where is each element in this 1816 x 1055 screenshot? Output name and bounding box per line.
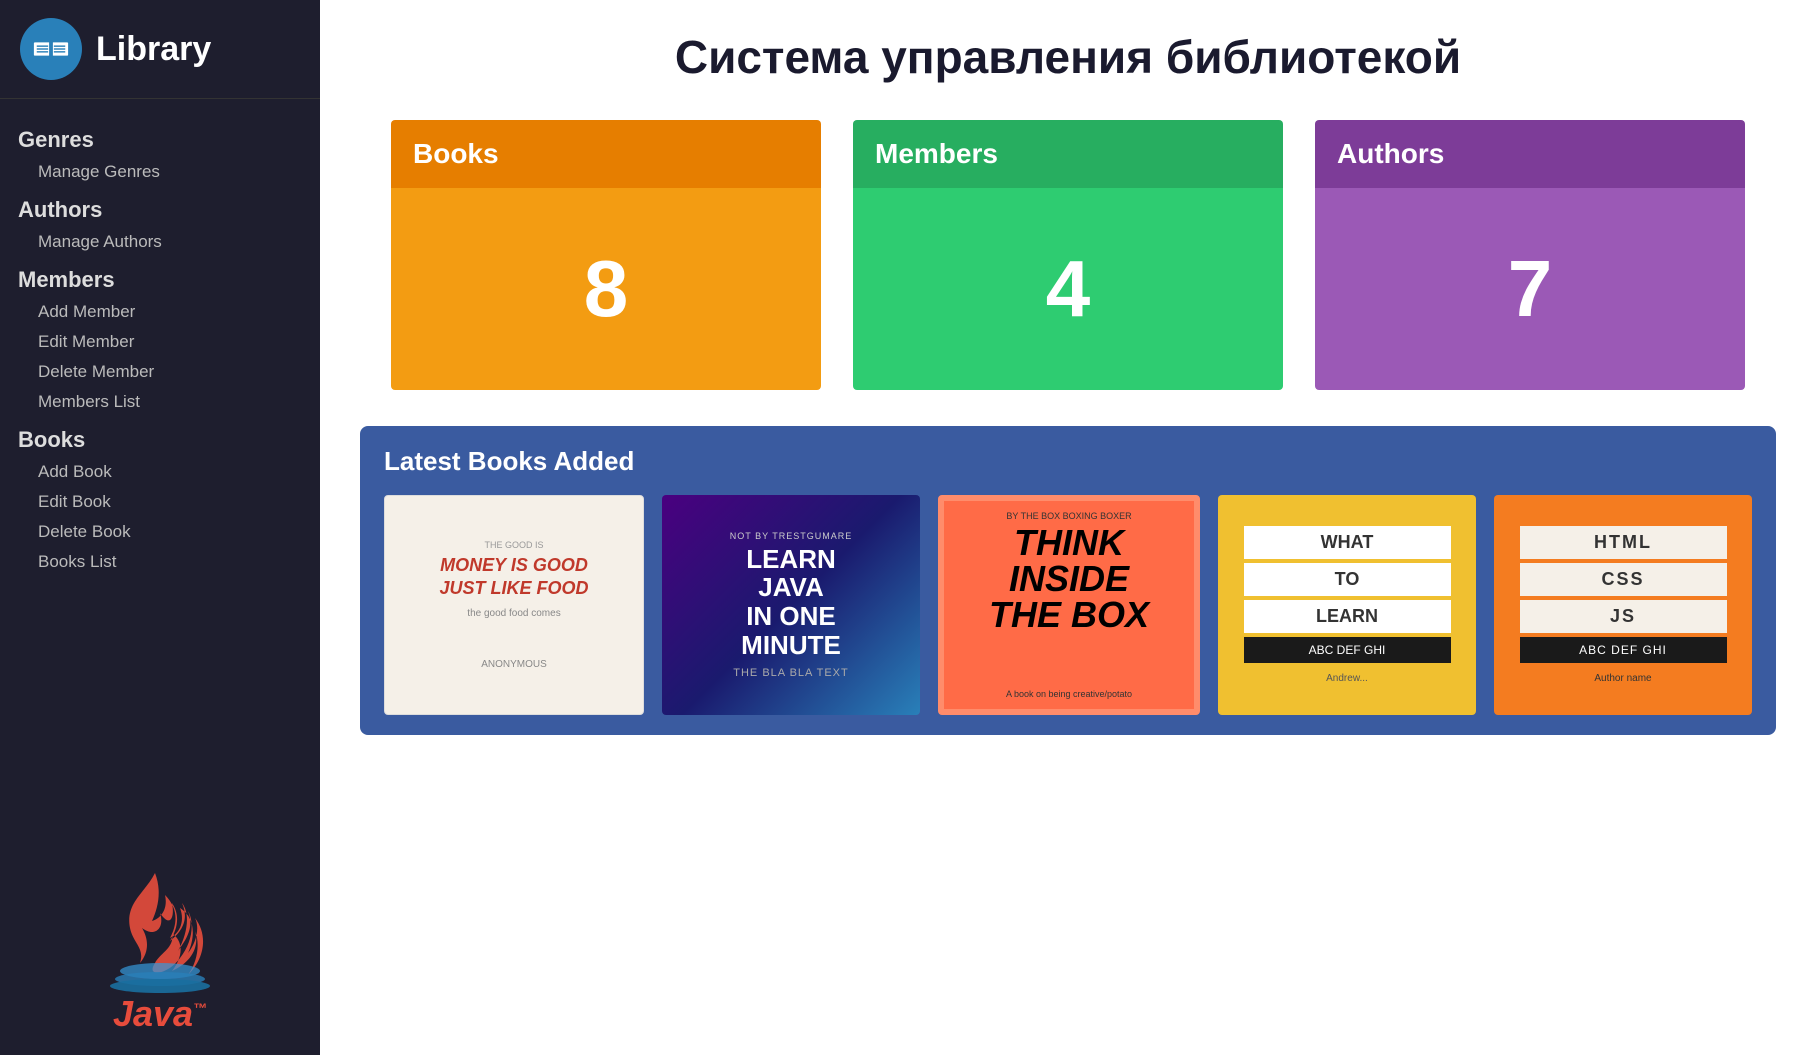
stat-card-members: Members 4 bbox=[853, 120, 1283, 390]
sidebar-item-books-list[interactable]: Books List bbox=[10, 547, 310, 577]
book1-subtitle: the good food comes bbox=[467, 608, 560, 619]
sidebar-section-books: Books bbox=[10, 427, 310, 453]
sidebar-item-add-member[interactable]: Add Member bbox=[10, 297, 310, 327]
book-card-1[interactable]: THE GOOD IS MONEY IS GOODJUST LIKE FOOD … bbox=[384, 495, 644, 715]
sidebar-nav: Genres Manage Genres Authors Manage Auth… bbox=[0, 99, 320, 853]
sidebar-section-genres: Genres bbox=[10, 127, 310, 153]
book2-title: LEARNJAVAIN ONEMINUTE bbox=[741, 545, 841, 659]
book4-author: Andrew... bbox=[1326, 673, 1368, 684]
book5-dark: ABC DEF GHI bbox=[1520, 637, 1727, 663]
book4-line1: WHAT bbox=[1244, 526, 1451, 559]
sidebar: Library Genres Manage Genres Authors Man… bbox=[0, 0, 320, 1055]
main-content: Система управления библиотекой Books 8 M… bbox=[320, 0, 1816, 1055]
sidebar-item-manage-authors[interactable]: Manage Authors bbox=[10, 227, 310, 257]
book-card-4[interactable]: WHAT TO LEARN ABC DEF GHI Andrew... bbox=[1218, 495, 1476, 715]
stat-card-books: Books 8 bbox=[391, 120, 821, 390]
sidebar-section-members: Members bbox=[10, 267, 310, 293]
latest-books-section: Latest Books Added THE GOOD IS MONEY IS … bbox=[360, 426, 1776, 735]
stat-card-members-count: 4 bbox=[853, 188, 1283, 390]
app-title: Library bbox=[96, 30, 211, 69]
sidebar-item-manage-genres[interactable]: Manage Genres bbox=[10, 157, 310, 187]
book-card-3[interactable]: BY THE BOX BOXING BOXER THINKINSIDETHE B… bbox=[938, 495, 1200, 715]
book5-line3: JS bbox=[1520, 600, 1727, 633]
logo-area: Library bbox=[0, 0, 320, 99]
book1-title: MONEY IS GOODJUST LIKE FOOD bbox=[439, 554, 588, 601]
book-card-2[interactable]: NOT BY TRESTGUMARE LEARNJAVAIN ONEMINUTE… bbox=[662, 495, 920, 715]
book4-line3: LEARN bbox=[1244, 600, 1451, 633]
sidebar-item-delete-book[interactable]: Delete Book bbox=[10, 517, 310, 547]
stat-card-authors-count: 7 bbox=[1315, 188, 1745, 390]
java-logo-area: Java™ bbox=[0, 853, 320, 1055]
book4-line2: TO bbox=[1244, 563, 1451, 596]
java-brand-label: Java™ bbox=[113, 993, 207, 1035]
sidebar-section-authors: Authors bbox=[10, 197, 310, 223]
stat-card-books-count: 8 bbox=[391, 188, 821, 390]
library-logo-icon bbox=[20, 18, 82, 80]
book1-author: ANONYMOUS bbox=[481, 659, 547, 670]
stat-card-authors: Authors 7 bbox=[1315, 120, 1745, 390]
sidebar-item-edit-member[interactable]: Edit Member bbox=[10, 327, 310, 357]
book2-bottom: THE BLA BLA TEXT bbox=[733, 667, 848, 679]
sidebar-item-edit-book[interactable]: Edit Book bbox=[10, 487, 310, 517]
sidebar-item-delete-member[interactable]: Delete Member bbox=[10, 357, 310, 387]
sidebar-item-add-book[interactable]: Add Book bbox=[10, 457, 310, 487]
books-row: THE GOOD IS MONEY IS GOODJUST LIKE FOOD … bbox=[384, 495, 1752, 715]
book5-line2: CSS bbox=[1520, 563, 1727, 596]
book4-dark: ABC DEF GHI bbox=[1244, 637, 1451, 663]
book2-not-by: NOT BY TRESTGUMARE bbox=[730, 531, 853, 541]
stats-row: Books 8 Members 4 Authors 7 bbox=[360, 120, 1776, 390]
stat-card-authors-header: Authors bbox=[1315, 120, 1745, 188]
stat-card-members-header: Members bbox=[853, 120, 1283, 188]
book3-title: THINKINSIDETHE BOX bbox=[989, 525, 1149, 633]
book-card-5[interactable]: HTML CSS JS ABC DEF GHI Author name bbox=[1494, 495, 1752, 715]
book3-by: BY THE BOX BOXING BOXER bbox=[1006, 511, 1131, 521]
stat-card-books-header: Books bbox=[391, 120, 821, 188]
sidebar-item-members-list[interactable]: Members List bbox=[10, 387, 310, 417]
book5-line1: HTML bbox=[1520, 526, 1727, 559]
latest-books-title: Latest Books Added bbox=[384, 446, 1752, 477]
page-title: Система управления библиотекой bbox=[360, 30, 1776, 84]
book5-author: Author name bbox=[1594, 673, 1651, 684]
book1-tagline: THE GOOD IS bbox=[484, 540, 543, 550]
book3-sub: A book on being creative/potato bbox=[1006, 689, 1132, 699]
java-flame-icon bbox=[100, 863, 220, 993]
